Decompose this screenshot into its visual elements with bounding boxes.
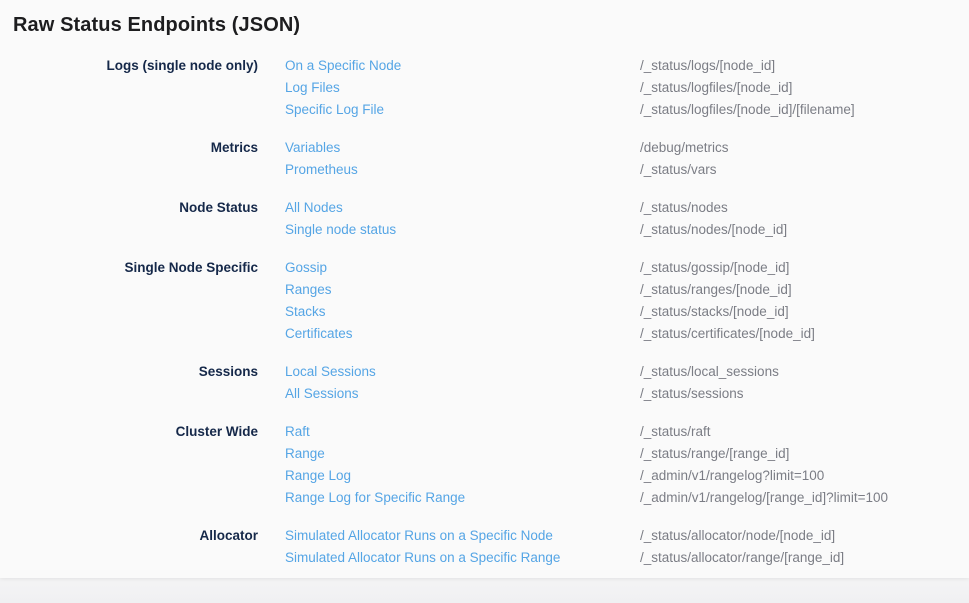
endpoint-section: Allocator Simulated Allocator Runs on a … bbox=[0, 525, 969, 569]
endpoint-section: Single Node Specific Gossip /_status/gos… bbox=[0, 257, 969, 345]
endpoint-row: Stacks /_status/stacks/[node_id] bbox=[0, 301, 969, 323]
category-label bbox=[0, 443, 258, 465]
endpoint-path: /_status/local_sessions bbox=[640, 361, 969, 383]
endpoint-section: Cluster Wide Raft /_status/raft Range /_… bbox=[0, 421, 969, 509]
endpoint-path: /_status/certificates/[node_id] bbox=[640, 323, 969, 345]
endpoint-path: /_status/gossip/[node_id] bbox=[640, 257, 969, 279]
endpoint-path: /_status/raft bbox=[640, 421, 969, 443]
endpoint-link[interactable]: Simulated Allocator Runs on a Specific N… bbox=[258, 525, 640, 547]
endpoint-section: Metrics Variables /debug/metrics Prometh… bbox=[0, 137, 969, 181]
endpoint-row: Single node status /_status/nodes/[node_… bbox=[0, 219, 969, 241]
category-label bbox=[0, 487, 258, 509]
endpoint-path: /_status/vars bbox=[640, 159, 969, 181]
category-label: Cluster Wide bbox=[0, 421, 258, 443]
endpoint-row: All Sessions /_status/sessions bbox=[0, 383, 969, 405]
endpoint-table: Logs (single node only) On a Specific No… bbox=[0, 55, 969, 569]
category-label: Metrics bbox=[0, 137, 258, 159]
category-label bbox=[0, 77, 258, 99]
category-label bbox=[0, 99, 258, 121]
endpoint-path: /debug/metrics bbox=[640, 137, 969, 159]
endpoint-row: Range Log /_admin/v1/rangelog?limit=100 bbox=[0, 465, 969, 487]
category-label bbox=[0, 323, 258, 345]
endpoint-row: Simulated Allocator Runs on a Specific R… bbox=[0, 547, 969, 569]
category-label bbox=[0, 465, 258, 487]
endpoint-link[interactable]: On a Specific Node bbox=[258, 55, 640, 77]
endpoint-section: Node Status All Nodes /_status/nodes Sin… bbox=[0, 197, 969, 241]
category-label: Logs (single node only) bbox=[0, 55, 258, 77]
endpoint-path: /_status/logs/[node_id] bbox=[640, 55, 969, 77]
endpoint-path: /_admin/v1/rangelog/[range_id]?limit=100 bbox=[640, 487, 969, 509]
endpoint-link[interactable]: Certificates bbox=[258, 323, 640, 345]
endpoint-path: /_status/sessions bbox=[640, 383, 969, 405]
endpoint-path: /_status/stacks/[node_id] bbox=[640, 301, 969, 323]
category-label bbox=[0, 301, 258, 323]
endpoint-link[interactable]: All Nodes bbox=[258, 197, 640, 219]
endpoint-row: Certificates /_status/certificates/[node… bbox=[0, 323, 969, 345]
endpoint-link[interactable]: Gossip bbox=[258, 257, 640, 279]
page-title: Raw Status Endpoints (JSON) bbox=[0, 0, 969, 38]
endpoint-row: Allocator Simulated Allocator Runs on a … bbox=[0, 525, 969, 547]
endpoint-row: Metrics Variables /debug/metrics bbox=[0, 137, 969, 159]
category-label: Allocator bbox=[0, 525, 258, 547]
endpoint-row: Log Files /_status/logfiles/[node_id] bbox=[0, 77, 969, 99]
endpoint-path: /_status/allocator/node/[node_id] bbox=[640, 525, 969, 547]
endpoint-path: /_admin/v1/rangelog?limit=100 bbox=[640, 465, 969, 487]
debug-page: Raw Status Endpoints (JSON) Logs (single… bbox=[0, 0, 969, 578]
endpoint-path: /_status/nodes bbox=[640, 197, 969, 219]
footer-strip bbox=[0, 578, 969, 603]
category-label: Node Status bbox=[0, 197, 258, 219]
endpoint-row: Specific Log File /_status/logfiles/[nod… bbox=[0, 99, 969, 121]
category-label: Sessions bbox=[0, 361, 258, 383]
endpoint-link[interactable]: Single node status bbox=[258, 219, 640, 241]
endpoint-section: Sessions Local Sessions /_status/local_s… bbox=[0, 361, 969, 405]
endpoint-row: Single Node Specific Gossip /_status/gos… bbox=[0, 257, 969, 279]
endpoint-link[interactable]: Simulated Allocator Runs on a Specific R… bbox=[258, 547, 640, 569]
category-label bbox=[0, 219, 258, 241]
endpoint-link[interactable]: Log Files bbox=[258, 77, 640, 99]
endpoint-link[interactable]: Local Sessions bbox=[258, 361, 640, 383]
endpoint-path: /_status/logfiles/[node_id] bbox=[640, 77, 969, 99]
endpoint-link[interactable]: Specific Log File bbox=[258, 99, 640, 121]
category-label: Single Node Specific bbox=[0, 257, 258, 279]
category-label bbox=[0, 547, 258, 569]
endpoint-path: /_status/logfiles/[node_id]/[filename] bbox=[640, 99, 969, 121]
endpoint-row: Logs (single node only) On a Specific No… bbox=[0, 55, 969, 77]
category-label bbox=[0, 383, 258, 405]
endpoint-link[interactable]: Prometheus bbox=[258, 159, 640, 181]
category-label bbox=[0, 159, 258, 181]
endpoint-row: Node Status All Nodes /_status/nodes bbox=[0, 197, 969, 219]
endpoint-path: /_status/range/[range_id] bbox=[640, 443, 969, 465]
endpoint-link[interactable]: All Sessions bbox=[258, 383, 640, 405]
endpoint-path: /_status/nodes/[node_id] bbox=[640, 219, 969, 241]
endpoint-link[interactable]: Range Log bbox=[258, 465, 640, 487]
endpoint-row: Cluster Wide Raft /_status/raft bbox=[0, 421, 969, 443]
endpoint-link[interactable]: Range Log for Specific Range bbox=[258, 487, 640, 509]
endpoint-path: /_status/allocator/range/[range_id] bbox=[640, 547, 969, 569]
endpoint-link[interactable]: Ranges bbox=[258, 279, 640, 301]
endpoint-path: /_status/ranges/[node_id] bbox=[640, 279, 969, 301]
endpoint-link[interactable]: Stacks bbox=[258, 301, 640, 323]
endpoint-row: Prometheus /_status/vars bbox=[0, 159, 969, 181]
endpoint-link[interactable]: Raft bbox=[258, 421, 640, 443]
endpoint-section: Logs (single node only) On a Specific No… bbox=[0, 55, 969, 121]
endpoint-link[interactable]: Range bbox=[258, 443, 640, 465]
endpoint-row: Ranges /_status/ranges/[node_id] bbox=[0, 279, 969, 301]
endpoint-row: Sessions Local Sessions /_status/local_s… bbox=[0, 361, 969, 383]
endpoint-row: Range Log for Specific Range /_admin/v1/… bbox=[0, 487, 969, 509]
endpoint-link[interactable]: Variables bbox=[258, 137, 640, 159]
endpoint-row: Range /_status/range/[range_id] bbox=[0, 443, 969, 465]
category-label bbox=[0, 279, 258, 301]
